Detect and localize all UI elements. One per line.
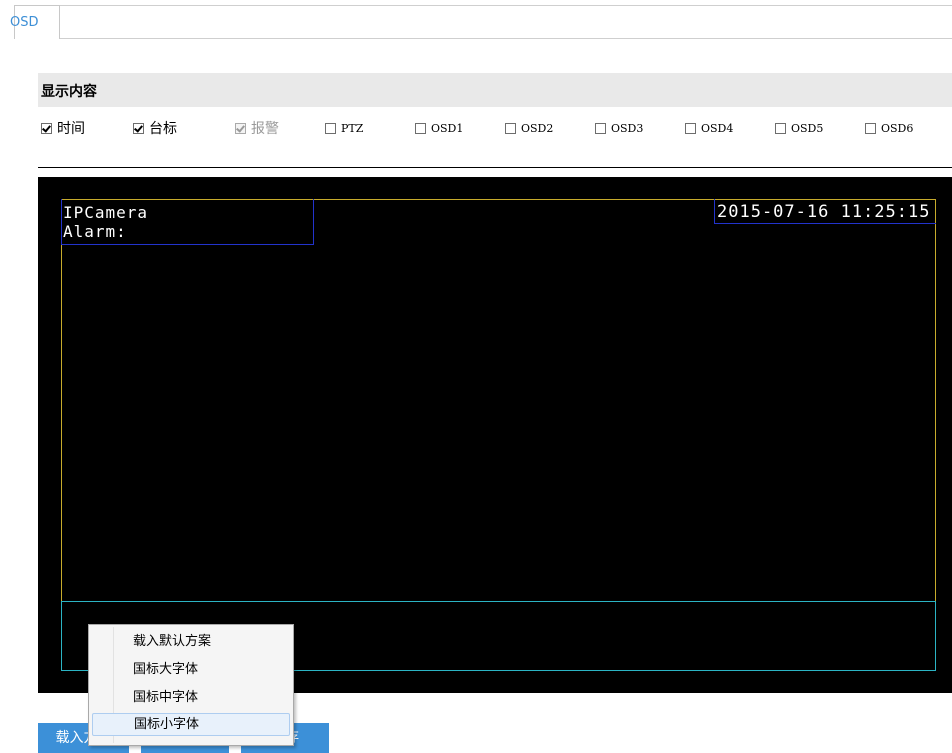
menu-item-load-default[interactable]: 载入默认方案: [92, 630, 290, 653]
section-divider: [38, 167, 952, 168]
checkbox-logo[interactable]: 台标: [133, 117, 177, 139]
checkbox-logo-label: 台标: [149, 121, 177, 137]
checkbox-osd6[interactable]: OSD6: [865, 117, 913, 139]
menu-item-gb-large-font[interactable]: 国标大字体: [92, 658, 290, 681]
tab-osd[interactable]: OSD: [10, 5, 60, 39]
osd-timestamp: 2015-07-16 11:25:15: [717, 202, 931, 222]
osd-alarm-label: Alarm:: [63, 222, 127, 241]
checkbox-ptz-box[interactable]: [325, 122, 336, 134]
checkbox-alarm-label: 报警: [251, 121, 279, 137]
checkbox-ptz-label: PTZ: [341, 121, 364, 135]
tab-bar: OSD: [0, 5, 952, 41]
checkbox-osd4[interactable]: OSD4: [685, 117, 733, 139]
checkbox-osd1[interactable]: OSD1: [415, 117, 463, 139]
menu-item-gb-medium-font[interactable]: 国标中字体: [92, 686, 290, 709]
checkbox-logo-box[interactable]: [133, 122, 144, 134]
checkbox-time[interactable]: 时间: [41, 117, 85, 139]
checkbox-osd1-label: OSD1: [431, 121, 464, 135]
checkbox-osd5-box[interactable]: [775, 122, 786, 134]
checkbox-osd3[interactable]: OSD3: [595, 117, 643, 139]
checkbox-osd5-label: OSD5: [791, 121, 824, 135]
checkbox-time-box[interactable]: [41, 122, 52, 134]
checkbox-osd5[interactable]: OSD5: [775, 117, 823, 139]
section-title: 显示内容: [41, 84, 97, 100]
checkbox-osd2[interactable]: OSD2: [505, 117, 553, 139]
load-scheme-menu: 载入默认方案 国标大字体 国标中字体 国标小字体: [88, 624, 294, 746]
menu-item-gb-small-font[interactable]: 国标小字体: [92, 713, 290, 736]
checkbox-osd2-box[interactable]: [505, 122, 516, 134]
video-preview[interactable]: IPCamera Alarm: 2015-07-16 11:25:15: [38, 177, 952, 693]
checkbox-osd2-label: OSD2: [521, 121, 554, 135]
tab-osd-label: OSD: [10, 15, 39, 30]
checkbox-ptz[interactable]: PTZ: [325, 117, 363, 139]
checkbox-osd3-box[interactable]: [595, 122, 606, 134]
osd-camera-name: IPCamera: [63, 203, 149, 222]
checkbox-osd4-box[interactable]: [685, 122, 696, 134]
checkbox-osd1-box[interactable]: [415, 122, 426, 134]
checkbox-osd4-label: OSD4: [701, 121, 734, 135]
section-header: 显示内容: [38, 73, 952, 107]
tab-strip: [59, 5, 952, 39]
checkbox-osd6-label: OSD6: [881, 121, 914, 135]
checkbox-osd6-box[interactable]: [865, 122, 876, 134]
checkbox-osd3-label: OSD3: [611, 121, 644, 135]
checkbox-alarm: 报警: [235, 117, 279, 139]
checkbox-alarm-box: [235, 122, 246, 134]
display-content-checkboxes: 时间 台标 报警 PTZ OSD1 OSD2 OSD3 OSD4 OSD5 OS…: [38, 117, 952, 141]
checkbox-time-label: 时间: [57, 121, 85, 137]
